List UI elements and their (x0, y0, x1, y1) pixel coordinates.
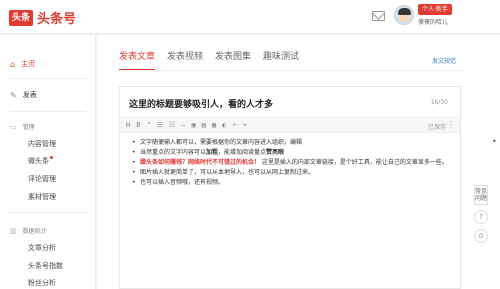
sidebar-group-label: 管理 (22, 124, 35, 131)
faq-label: 常见问题 (475, 188, 488, 202)
paragraph-text: 文字随便输入都可以，需要根据你的文章内容进入组织，编辑 (140, 139, 303, 146)
article-editor: 这里的标题要够吸引人，看的人才多 16/30 H B ❝ ☰ ☷ — ▣ ▤ ▦… (119, 86, 461, 289)
sidebar-item-weitoutiao[interactable]: 微头条 (28, 156, 53, 166)
sidebar-group-label: 数据统计 (22, 228, 47, 235)
video-button[interactable]: ▤ (202, 121, 206, 129)
side-mark: • (492, 137, 497, 146)
app-logo[interactable]: 头条 头条号 (9, 8, 76, 27)
faq-button[interactable]: 常见问题 (474, 185, 488, 205)
notification-dot (50, 156, 53, 159)
sidebar-group-stats: ▥ 数据统计 (10, 226, 47, 236)
editor-paragraph[interactable]: 也可以插入音频哦，还有视频。 (132, 178, 454, 187)
sidebar-item-fans-analysis[interactable]: 粉丝分析 (28, 278, 56, 288)
redo-button[interactable]: ↷ (243, 121, 247, 129)
audio-button[interactable]: ▦ (212, 121, 216, 129)
avatar[interactable] (394, 5, 414, 25)
editor-paragraph[interactable]: 蹭头条如何赚钱？网络时代不可错过的机会！ 这里是插入的内部文章链接，是个好工具，… (132, 158, 454, 167)
sidebar-item-content-manage[interactable]: 内容管理 (28, 139, 56, 149)
help-icon[interactable]: ? (474, 210, 488, 224)
back-to-top-icon[interactable]: ⊙ (474, 229, 488, 243)
sidebar-item-label: 主页 (21, 60, 36, 68)
paragraph-text: 这里是插入的内部文章链接，是个好工具，能让自己的文章显多一些。 (260, 159, 448, 166)
divider (10, 111, 86, 112)
paragraph-text: ，能增加阅读量点 (218, 149, 267, 156)
floating-tools: 常见问题 ? ⊙ (474, 185, 490, 243)
home-icon: ⌂ (10, 59, 16, 69)
user-name[interactable]: 傻傻的哈儿 (418, 17, 448, 26)
tab-fun-quiz[interactable]: 趣味测试 (263, 49, 299, 71)
sidebar-item-publish[interactable]: ✎ 发表 (10, 90, 37, 100)
top-bar: 头条 头条号 个人·新手 傻傻的哈儿 (0, 0, 500, 34)
editor-toolbar: H B ❝ ☰ ☷ — ▣ ▤ ▦ ◐ ↶ ↷ 已保存 ⋮ (120, 117, 460, 133)
editor-paragraph[interactable]: 图片插入就更简单了，可以从本地导入，也可以从网上复制过来。 (132, 168, 454, 177)
main-content: 发表文章 发表视频 发表图集 趣味测试 发文规范 这里的标题要够吸引人，看的人才… (97, 35, 500, 289)
chart-icon: ▥ (10, 226, 17, 235)
article-title-input[interactable]: 这里的标题要够吸引人，看的人才多 (129, 97, 273, 110)
sidebar-item-material-manage[interactable]: 素材管理 (28, 192, 56, 202)
paragraph-text: 赞亮眼 (266, 149, 285, 156)
sidebar-item-label: 微头条 (28, 157, 49, 165)
ordered-list-button[interactable]: ☷ (169, 121, 175, 129)
user-level-badge: 个人·新手 (418, 4, 452, 15)
tab-publish-video[interactable]: 发表视频 (167, 49, 203, 71)
sidebar-item-account-index[interactable]: 头条号指数 (28, 261, 63, 271)
editor-paragraph[interactable]: 当然重点的文字内容可以加粗，能增加阅读量点赞亮眼 (132, 148, 454, 157)
divider-button[interactable]: — (181, 121, 185, 129)
heading-button[interactable]: H (126, 121, 130, 129)
edit-icon: ✎ (10, 90, 17, 100)
logo-mark: 头条 (9, 9, 34, 26)
sidebar-item-label: 发表 (22, 91, 37, 99)
save-status: 已保存 (427, 124, 446, 131)
sidebar-item-article-analysis[interactable]: 文章分析 (28, 243, 56, 253)
title-char-count: 16/30 (430, 99, 448, 106)
internal-article-link[interactable]: 蹭头条如何赚钱？网络时代不可错过的机会！ (140, 159, 260, 166)
editor-body[interactable]: 文字随便输入都可以，需要根据你的文章内容进入组织，编辑当然重点的文字内容可以加粗… (132, 138, 454, 188)
avatar-hair (398, 8, 411, 15)
editor-paragraph[interactable]: 文字随便输入都可以，需要根据你的文章内容进入组织，编辑 (132, 138, 454, 147)
more-icon[interactable]: ⋮ (447, 120, 455, 129)
publish-tabs: 发表文章 发表视频 发表图集 趣味测试 (119, 49, 311, 71)
folder-icon: ▭ (10, 122, 17, 131)
paragraph-text: 加粗 (206, 149, 219, 156)
bold-button[interactable]: B (136, 121, 140, 129)
divider (10, 212, 86, 213)
clear-format-button[interactable]: ◐ (222, 121, 226, 129)
paragraph-text: 也可以插入音频哦，还有视频。 (140, 179, 225, 186)
sidebar-item-comment-manage[interactable]: 评论管理 (28, 174, 56, 184)
tab-publish-gallery[interactable]: 发表图集 (215, 49, 251, 71)
publish-guidelines-link[interactable]: 发文规范 (432, 56, 456, 65)
logo-text: 头条号 (37, 12, 77, 27)
sidebar-item-home[interactable]: ⌂ 主页 (10, 59, 35, 69)
unordered-list-button[interactable]: ☰ (157, 121, 163, 129)
undo-button[interactable]: ↶ (232, 121, 236, 129)
tabs-divider (119, 70, 464, 71)
image-button[interactable]: ▣ (191, 121, 195, 129)
mail-icon[interactable] (372, 11, 385, 21)
sidebar: ⌂ 主页 ✎ 发表 ▭ 管理 内容管理 微头条 评论管理 素材管理 ▥ 数据统计… (0, 35, 96, 289)
quote-button[interactable]: ❝ (146, 121, 150, 129)
paragraph-text: 图片插入就更简单了，可以从本地导入，也可以从网上复制过来。 (140, 169, 315, 176)
paragraph-text: 当然重点的文字内容可以 (140, 149, 207, 156)
tab-publish-article[interactable]: 发表文章 (119, 49, 156, 71)
divider (10, 78, 86, 79)
sidebar-group-manage: ▭ 管理 (10, 122, 35, 132)
